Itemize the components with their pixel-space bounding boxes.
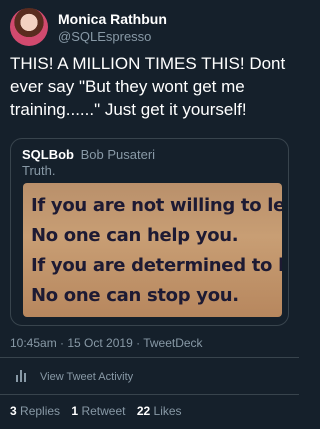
likes-label[interactable]: Likes [154, 404, 182, 418]
replies-label[interactable]: Replies [20, 404, 60, 418]
quoted-tweet-text: Truth. [22, 163, 56, 178]
image-text-line: No one can stop you. [31, 285, 239, 306]
avatar[interactable] [10, 8, 48, 46]
tweet-stats: 3 Replies 1 Retweet 22 Likes [10, 404, 182, 418]
view-tweet-activity-link[interactable]: View Tweet Activity [16, 370, 133, 384]
image-text-line: If you are not willing to learn, [31, 195, 282, 216]
quoted-author-name: SQLBob [22, 147, 74, 162]
view-tweet-activity-label: View Tweet Activity [40, 371, 134, 383]
image-text-line: No one can help you. [31, 225, 239, 246]
divider [0, 394, 299, 395]
tweet-header: Monica Rathbun @SQLEspresso [10, 8, 167, 46]
retweets-count[interactable]: 1 [71, 404, 78, 418]
tweet-timestamp[interactable]: 10:45am · 15 Oct 2019 · TweetDeck [10, 336, 203, 350]
author-display-name[interactable]: Monica Rathbun [58, 10, 167, 28]
divider [0, 357, 299, 358]
author-names: Monica Rathbun @SQLEspresso [58, 10, 167, 45]
likes-count[interactable]: 22 [137, 404, 150, 418]
replies-count[interactable]: 3 [10, 404, 17, 418]
quoted-tweet-image[interactable]: If you are not willing to learn, No one … [23, 183, 282, 317]
quoted-author-handle: Bob Pusateri [80, 147, 156, 162]
quoted-tweet[interactable]: SQLBob Bob Pusateri Truth. If you are no… [10, 138, 289, 326]
quoted-tweet-header: SQLBob Bob Pusateri [22, 147, 155, 163]
author-handle[interactable]: @SQLEspresso [58, 28, 167, 45]
image-text-line: If you are determined to learn, [31, 255, 282, 276]
tweet-text: THIS! A MILLION TIMES THIS! Dont ever sa… [10, 54, 286, 119]
bar-chart-icon [16, 370, 30, 384]
retweets-label[interactable]: Retweet [81, 404, 125, 418]
